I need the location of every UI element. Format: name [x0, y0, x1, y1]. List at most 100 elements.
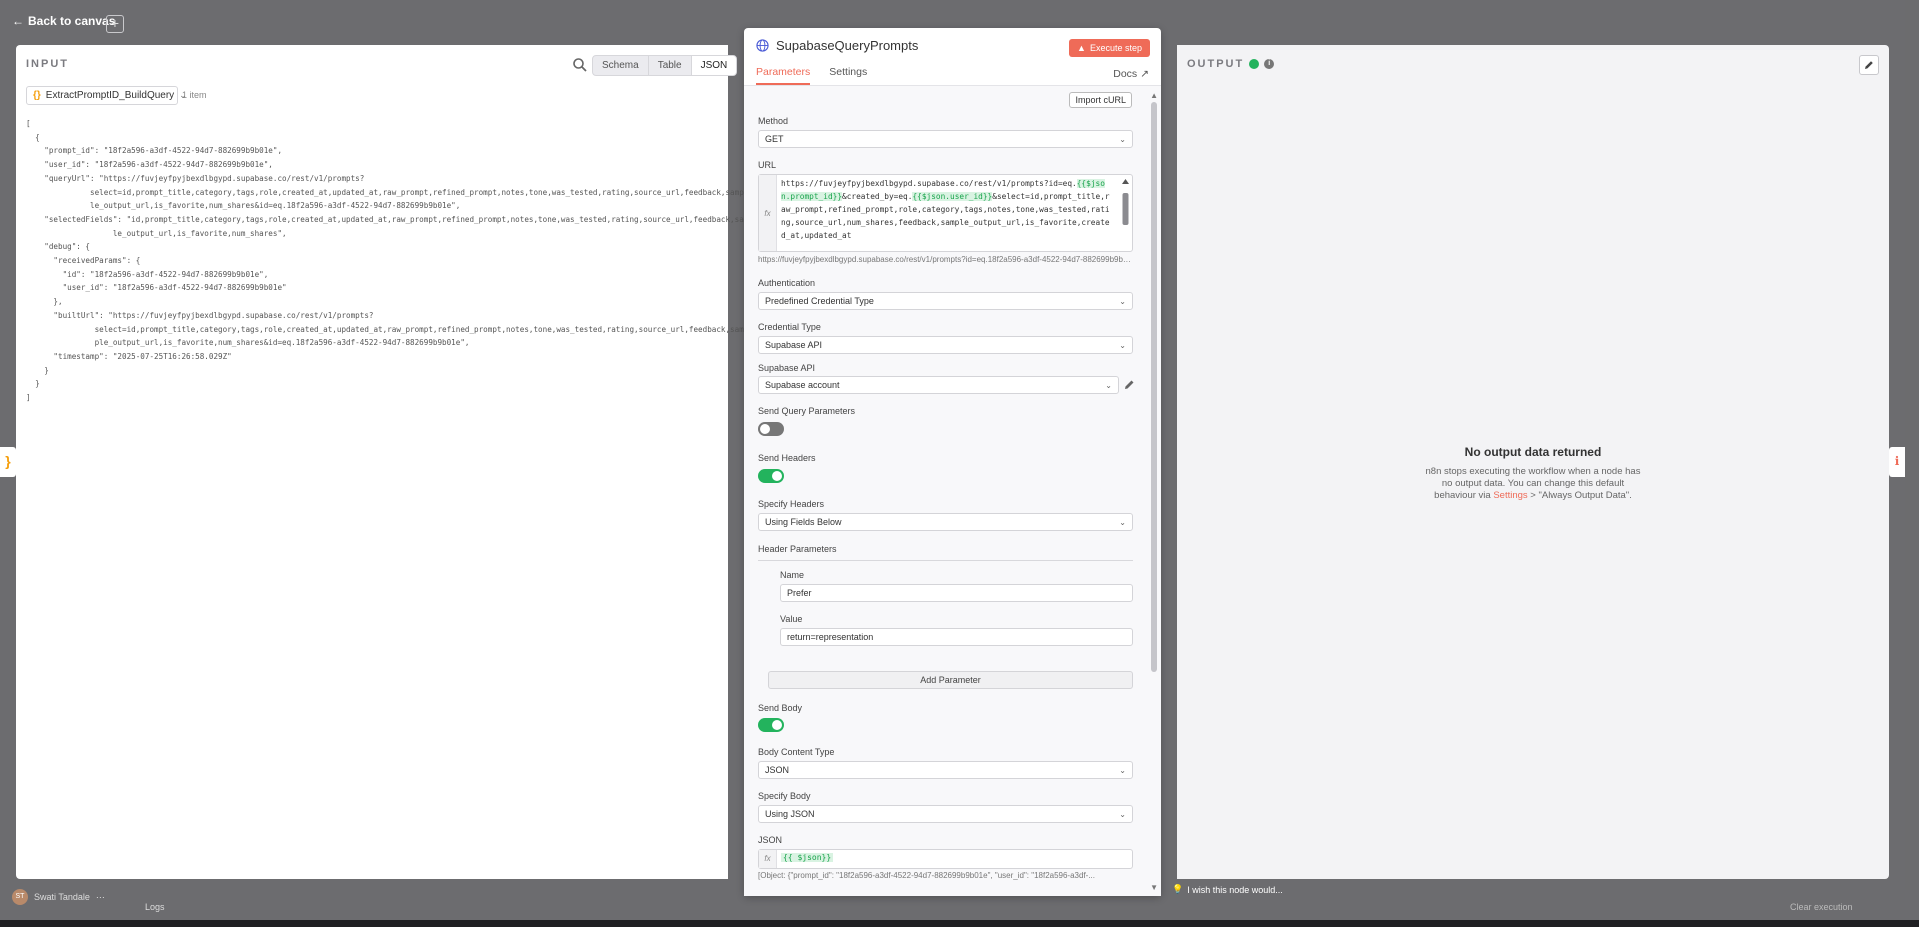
- authentication-label: Authentication: [758, 278, 816, 288]
- json-line: "queryUrl": "https://fuvjeyfpyjbexdlbgyp…: [26, 173, 365, 183]
- body-content-type-select[interactable]: JSON ⌄: [758, 761, 1133, 779]
- send-headers-toggle[interactable]: [758, 469, 784, 483]
- send-body-label: Send Body: [758, 703, 803, 713]
- json-line: [: [26, 119, 31, 128]
- settings-link[interactable]: Settings: [1493, 490, 1527, 501]
- output-node-handle[interactable]: ℹ: [1889, 447, 1905, 477]
- feedback-label: I wish this node would...: [1187, 884, 1283, 895]
- url-preview: https://fuvjeyfpyjbexdlbgypd.supabase.co…: [758, 255, 1133, 264]
- view-json-button[interactable]: JSON: [691, 56, 737, 75]
- json-body-input[interactable]: fx {{ $json}}: [758, 849, 1133, 869]
- pencil-icon[interactable]: [1124, 379, 1135, 390]
- json-line: select=id,prompt_title,category,tags,rol…: [26, 324, 744, 334]
- view-schema-button[interactable]: Schema: [593, 56, 649, 75]
- specify-headers-select[interactable]: Using Fields Below ⌄: [758, 513, 1133, 531]
- url-scrollbar[interactable]: [1122, 179, 1129, 249]
- url-segment: &created_by=eq.: [842, 192, 913, 201]
- docs-link[interactable]: Docs ↗: [1113, 68, 1149, 80]
- send-query-label: Send Query Parameters: [758, 406, 856, 416]
- supabase-credential-select[interactable]: Supabase account ⌄: [758, 376, 1119, 394]
- add-parameter-button[interactable]: Add Parameter: [768, 671, 1133, 689]
- json-body-value: {{ $json}}: [781, 853, 834, 862]
- user-name: Swati Tandale: [34, 892, 90, 902]
- header-name-input[interactable]: Prefer: [780, 584, 1133, 602]
- edit-output-button[interactable]: [1859, 55, 1879, 75]
- tab-settings[interactable]: Settings: [829, 66, 867, 85]
- json-line: "selectedFields": "id,prompt_title,categ…: [26, 214, 753, 224]
- json-viewer[interactable]: [ { "prompt_id": "18f2a596-a3df-4522-94d…: [26, 117, 753, 405]
- tab-parameters[interactable]: Parameters: [756, 66, 811, 85]
- clear-execution-button[interactable]: Clear execution: [1790, 902, 1853, 912]
- url-segment: https://fuvjeyfpyjbexdlbgypd.supabase.co…: [781, 179, 1077, 188]
- json-line: }: [26, 379, 40, 389]
- execute-step-label: Execute step: [1089, 43, 1142, 53]
- send-body-toggle[interactable]: [758, 718, 784, 732]
- input-node-handle[interactable]: }: [0, 447, 16, 477]
- flask-icon: ▲: [1077, 43, 1086, 53]
- chevron-down-icon: ⌄: [1105, 380, 1112, 390]
- lightbulb-icon: 💡: [1172, 884, 1184, 894]
- url-expression: {{$json.user_id}}: [912, 192, 993, 201]
- json-body-preview: [Object: {"prompt_id": "18f2a596-a3df-45…: [758, 871, 1095, 880]
- user-menu[interactable]: ST Swati Tandale ⋯: [12, 889, 105, 905]
- header-value-label: Value: [780, 614, 803, 624]
- external-link-icon: ↗: [1140, 68, 1149, 80]
- header-parameters-divider: [758, 560, 1133, 561]
- json-line: "user_id": "18f2a596-a3df-4522-94d7-8826…: [26, 283, 287, 293]
- import-curl-button[interactable]: Import cURL: [1069, 92, 1132, 108]
- no-output-text-end: > "Always Output Data".: [1527, 490, 1632, 501]
- view-toggle: Schema Table JSON: [592, 55, 738, 76]
- input-node-select[interactable]: {} ExtractPromptID_BuildQuery ⌄: [26, 86, 187, 105]
- add-node-button[interactable]: +: [106, 15, 124, 33]
- scroll-down-icon[interactable]: ▼: [1150, 883, 1158, 892]
- header-name-value: Prefer: [787, 588, 812, 598]
- url-label: URL: [758, 160, 777, 170]
- authentication-select[interactable]: Predefined Credential Type ⌄: [758, 292, 1133, 310]
- json-line: le_output_url,is_favorite,num_shares&id=…: [26, 201, 461, 211]
- json-line: "user_id": "18f2a596-a3df-4522-94d7-8826…: [26, 160, 273, 170]
- node-title[interactable]: SupabaseQueryPrompts: [776, 38, 918, 53]
- chevron-down-icon: ⌄: [1119, 809, 1126, 819]
- json-line: "debug": {: [26, 242, 91, 252]
- chevron-down-icon: ⌄: [1119, 517, 1126, 527]
- item-count: 1 item: [182, 90, 207, 100]
- back-to-canvas-link[interactable]: ← Back to canvas: [12, 14, 115, 28]
- scroll-up-icon[interactable]: ▲: [1150, 91, 1158, 100]
- header-value-input[interactable]: return=representation: [780, 628, 1133, 646]
- supabase-credential-value: Supabase account: [765, 380, 840, 390]
- specify-body-select[interactable]: Using JSON ⌄: [758, 805, 1133, 823]
- node-tabs: Parameters Settings: [756, 66, 867, 85]
- input-title: INPUT: [26, 58, 69, 70]
- json-line: ]: [26, 393, 31, 403]
- code-node-icon: {}: [33, 90, 41, 101]
- logs-toggle[interactable]: Logs: [145, 902, 165, 912]
- back-to-canvas-label: Back to canvas: [28, 14, 116, 28]
- info-icon[interactable]: i: [1264, 59, 1275, 69]
- chevron-down-icon: ⌄: [1119, 134, 1126, 144]
- execute-step-button[interactable]: ▲ Execute step: [1069, 39, 1150, 57]
- output-title-row: OUTPUT i: [1187, 58, 1275, 70]
- url-input[interactable]: fx https://fuvjeyfpyjbexdlbgypd.supabase…: [758, 174, 1133, 252]
- specify-body-label: Specify Body: [758, 791, 811, 801]
- json-line: ple_output_url,is_favorite,num_shares&id…: [26, 338, 470, 348]
- specify-body-value: Using JSON: [765, 809, 815, 819]
- credential-type-select[interactable]: Supabase API ⌄: [758, 336, 1133, 354]
- header-value-value: return=representation: [787, 632, 874, 642]
- json-line: "timestamp": "2025-07-25T16:26:58.029Z": [26, 351, 232, 361]
- params-scrollbar-thumb[interactable]: [1151, 102, 1157, 672]
- more-icon[interactable]: ⋯: [96, 892, 105, 903]
- node-header: SupabaseQueryPrompts: [756, 38, 918, 53]
- feedback-link[interactable]: 💡 I wish this node would...: [1172, 884, 1283, 895]
- credential-type-value: Supabase API: [765, 340, 823, 350]
- json-label: JSON: [758, 835, 783, 845]
- chevron-down-icon: ⌄: [1119, 340, 1126, 350]
- send-query-toggle[interactable]: [758, 422, 784, 436]
- parameters-form: Import cURL Method GET ⌄ URL fx https://…: [744, 86, 1161, 896]
- json-line: {: [26, 132, 40, 142]
- taskbar-strip: [0, 920, 1919, 927]
- json-line: },: [26, 297, 63, 307]
- search-icon[interactable]: [572, 57, 588, 73]
- method-select[interactable]: GET ⌄: [758, 130, 1133, 148]
- view-table-button[interactable]: Table: [649, 56, 692, 75]
- avatar: ST: [12, 889, 28, 905]
